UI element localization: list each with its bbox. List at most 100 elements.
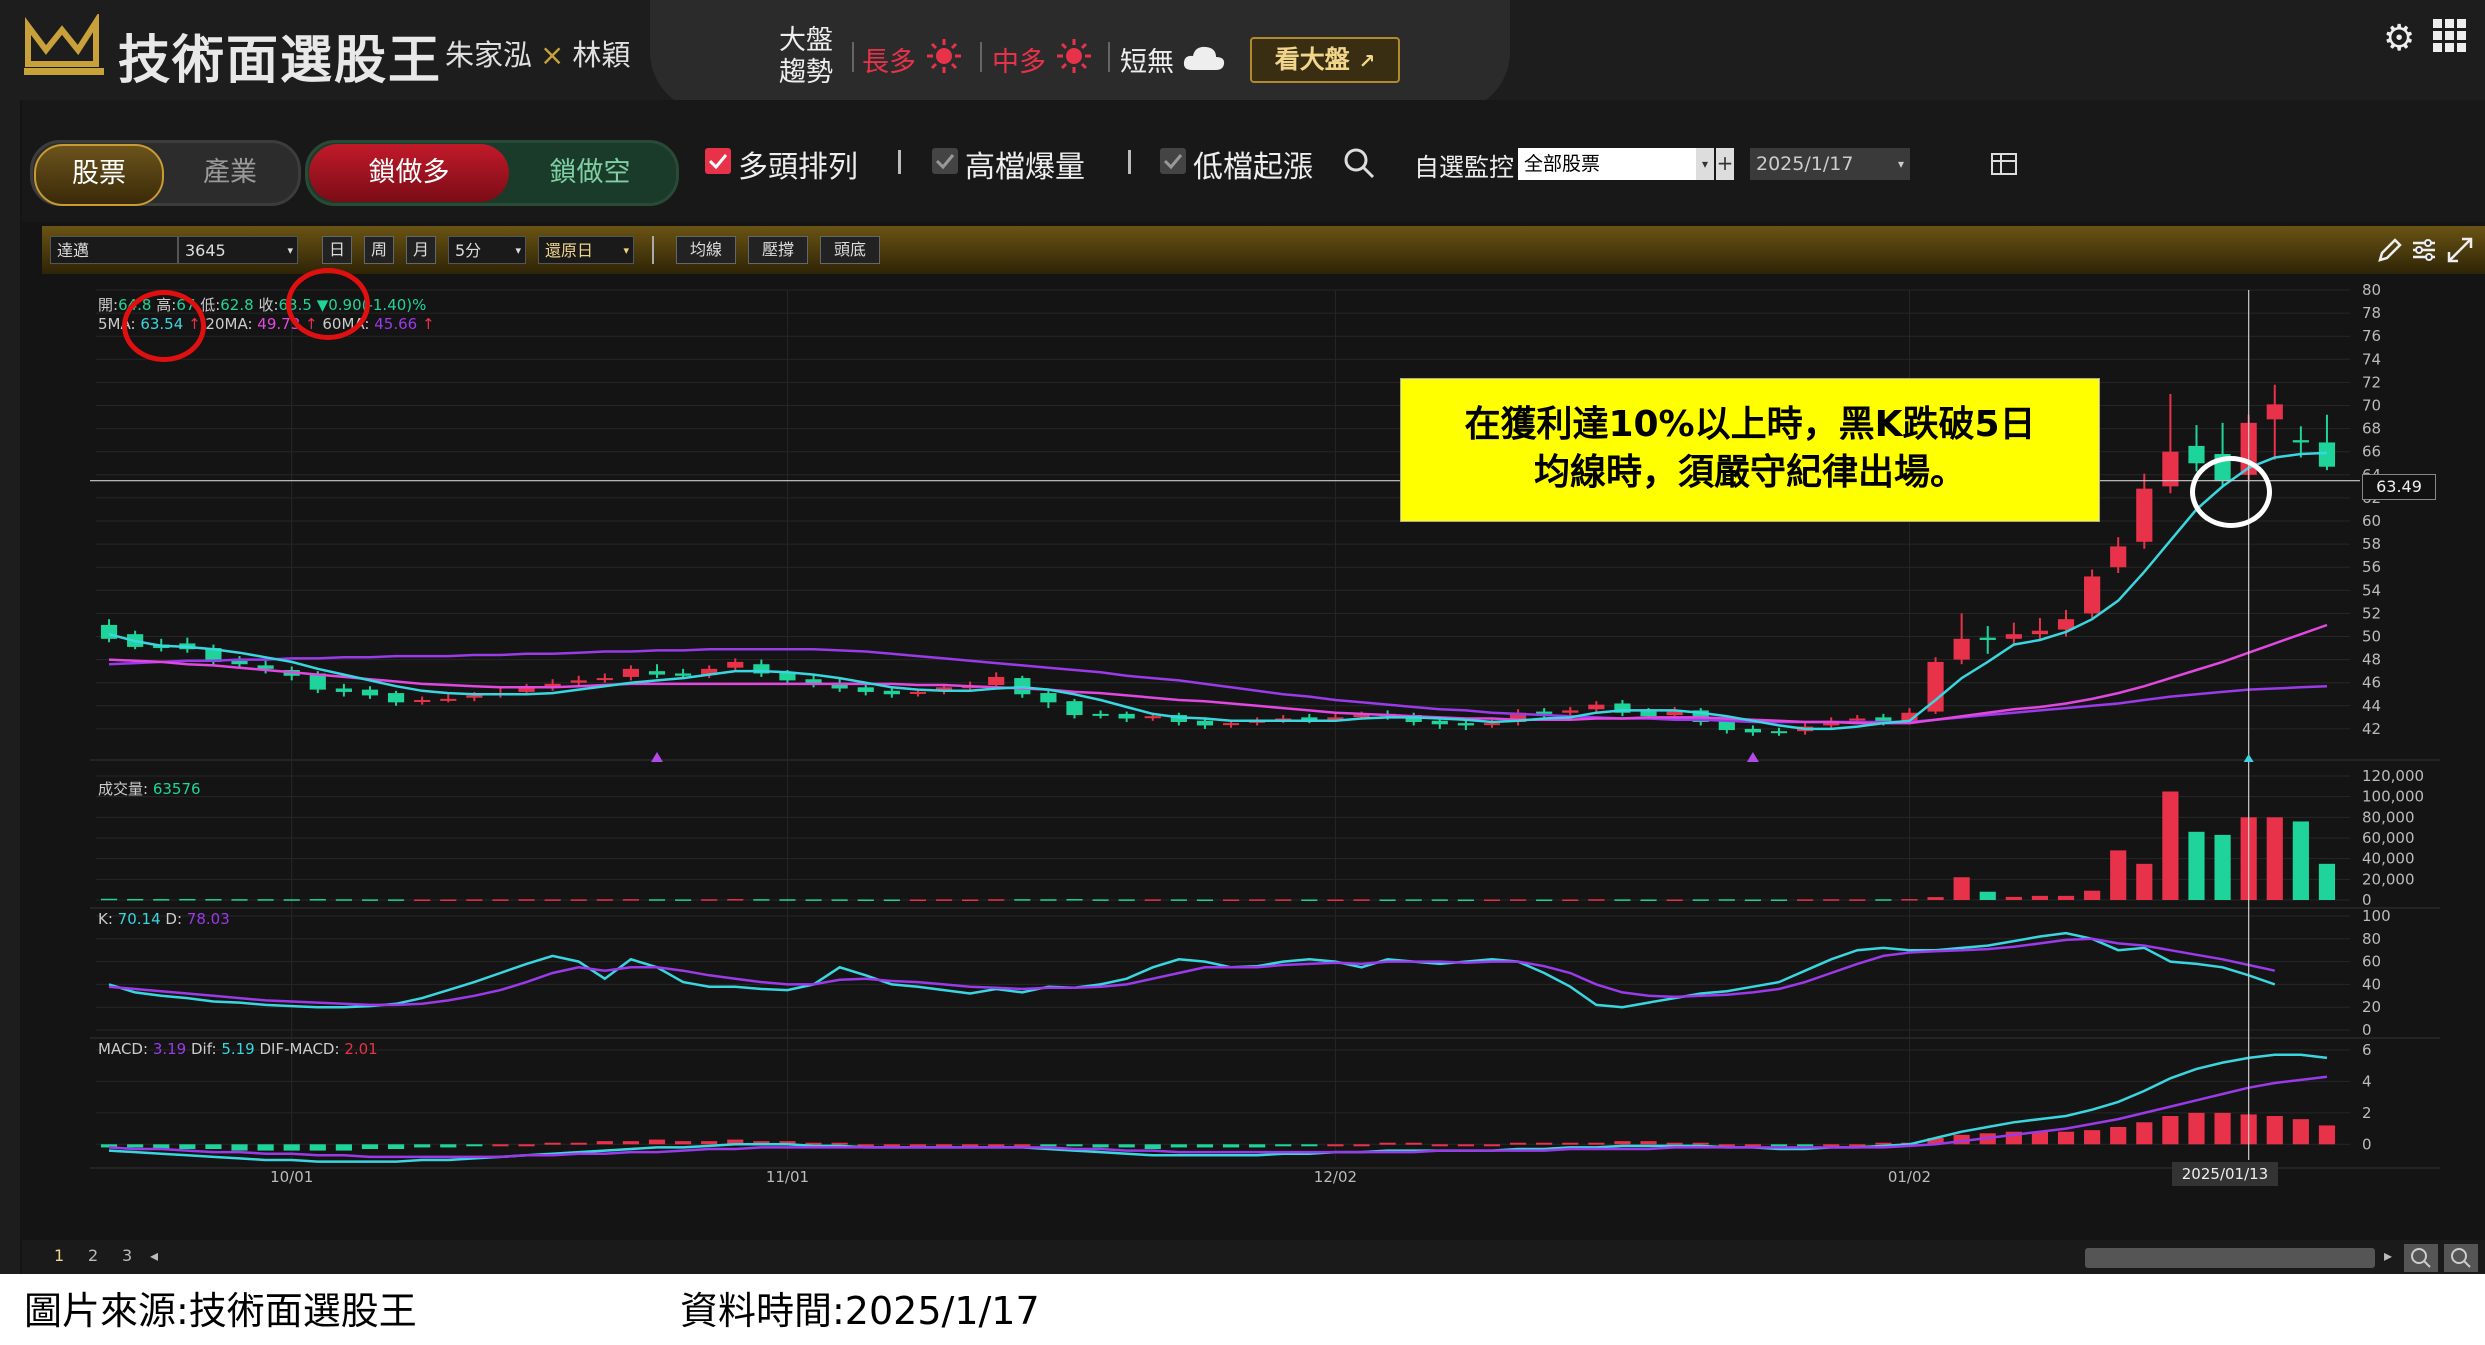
callout-line2: 均線時，須嚴守紀律出場。 [1533, 452, 1966, 493]
candle-body [727, 661, 744, 668]
price-tick-label: 74 [2362, 350, 2381, 368]
macd-osc-bar [622, 1141, 639, 1145]
volume-bar [361, 899, 379, 901]
candle-body [1118, 713, 1135, 719]
volume-tick-label: 80,000 [2362, 808, 2415, 826]
volume-bar [335, 899, 352, 901]
macd-osc-bar [231, 1144, 248, 1151]
cursor-price-label: 63.49 [2362, 474, 2436, 500]
volume-bar [2136, 863, 2153, 900]
volume-bar [857, 899, 874, 901]
macd-osc-bar [1301, 1144, 1318, 1147]
cursor-marker [2243, 754, 2254, 762]
candle-body [2005, 634, 2022, 639]
volume-bar [909, 899, 927, 901]
volume-bar [1509, 899, 1527, 901]
signal-marker [651, 752, 663, 762]
volume-bar [2162, 791, 2179, 900]
kd-tick-label: 100 [2362, 907, 2391, 925]
candle-body [2031, 630, 2049, 635]
macd-osc-bar [1353, 1144, 1370, 1147]
macd-osc-bar [492, 1144, 509, 1147]
macd-info: MACD: 3.19 Dif: 5.19 DIF-MACD: 2.01 [98, 1040, 378, 1058]
low-value: 62.8 [220, 296, 254, 314]
zoom-out-icon[interactable] [2404, 1244, 2438, 1272]
candle-body [466, 695, 483, 698]
macd-osc-bar [962, 1144, 979, 1147]
scroll-left-icon[interactable]: ◂ [150, 1246, 158, 1265]
volume-bar [1249, 899, 1266, 901]
volume-bar [1144, 899, 1161, 901]
volume-bar [1744, 899, 1761, 901]
macd-osc-bar [1562, 1142, 1579, 1145]
date-tick-label: 11/01 [766, 1168, 809, 1186]
stock-chart[interactable]: 8078767472706866646260585654525048464442… [0, 0, 2485, 1345]
volume-bar [1797, 899, 1814, 901]
candle-body [1457, 723, 1474, 726]
volume-bar [805, 899, 822, 901]
macd-osc-bar [466, 1144, 483, 1147]
volume-bar [518, 899, 535, 901]
volume-bar [1457, 899, 1474, 901]
volume-bar [2188, 831, 2205, 900]
volume-bar [387, 899, 405, 901]
macd-tick-label: 0 [2362, 1135, 2372, 1153]
candle-body [2292, 440, 2309, 443]
volume-bar [883, 899, 900, 901]
macd-osc-bar [675, 1141, 692, 1145]
candle-body [1562, 710, 1579, 713]
macd-osc-bar [361, 1144, 379, 1149]
macd-osc-bar [2292, 1119, 2309, 1145]
candle-body [1066, 701, 1083, 716]
macd-osc-bar [1327, 1144, 1344, 1147]
volume-bar [1536, 899, 1553, 901]
price-tick-label: 78 [2362, 304, 2381, 322]
volume-bar [1014, 899, 1031, 901]
page-3[interactable]: 3 [122, 1246, 132, 1265]
volume-bar [1327, 899, 1344, 901]
volume-bar [1405, 899, 1422, 901]
scroll-right-icon[interactable]: ▸ [2384, 1246, 2392, 1265]
volume-tick-label: 120,000 [2362, 767, 2424, 785]
chart-scrollbar[interactable] [2085, 1248, 2375, 1268]
volume-bar [753, 899, 770, 901]
macd-osc-bar [2110, 1127, 2127, 1145]
macd-osc-bar [909, 1144, 927, 1147]
candle-body [596, 678, 613, 681]
macd-osc-bar [2266, 1116, 2283, 1145]
macd-osc-bar [648, 1139, 666, 1145]
date-tick-label: 01/02 [1888, 1168, 1931, 1186]
volume-tick-label: 20,000 [2362, 870, 2415, 888]
volume-bar [2057, 895, 2075, 900]
macd-osc-bar [1249, 1144, 1266, 1148]
macd-osc-bar [935, 1144, 953, 1147]
candle-body [1222, 723, 1240, 726]
volume-bar [544, 899, 561, 901]
volume-bar [1118, 899, 1135, 901]
volume-bar [1275, 899, 1292, 901]
price-tick-label: 54 [2362, 581, 2381, 599]
macd-osc-bar [205, 1144, 222, 1149]
page-2[interactable]: 2 [88, 1246, 98, 1265]
k-value: 70.14 [117, 910, 161, 928]
volume-bar [1823, 899, 1840, 901]
volume-bar [2292, 821, 2309, 900]
macd-osc-bar [414, 1144, 431, 1148]
macd-osc-bar [309, 1144, 326, 1151]
price-tick-label: 76 [2362, 327, 2381, 345]
candle-body [1588, 704, 1605, 710]
volume-bar [779, 899, 796, 901]
candle-body [1640, 711, 1657, 717]
volume-bar [2110, 850, 2127, 900]
macd-osc-bar [596, 1141, 613, 1145]
zoom-in-icon[interactable] [2444, 1244, 2478, 1272]
page-1[interactable]: 1 [54, 1246, 64, 1265]
macd-label: MACD: [98, 1040, 149, 1058]
candle-body [2136, 488, 2153, 542]
volume-bar [570, 899, 587, 901]
volume-bar [701, 899, 718, 901]
macd-osc-bar [1222, 1144, 1240, 1148]
dif-label: Dif: [191, 1040, 217, 1058]
candle-body [1979, 637, 1996, 640]
macd-osc-bar [1692, 1142, 1709, 1145]
